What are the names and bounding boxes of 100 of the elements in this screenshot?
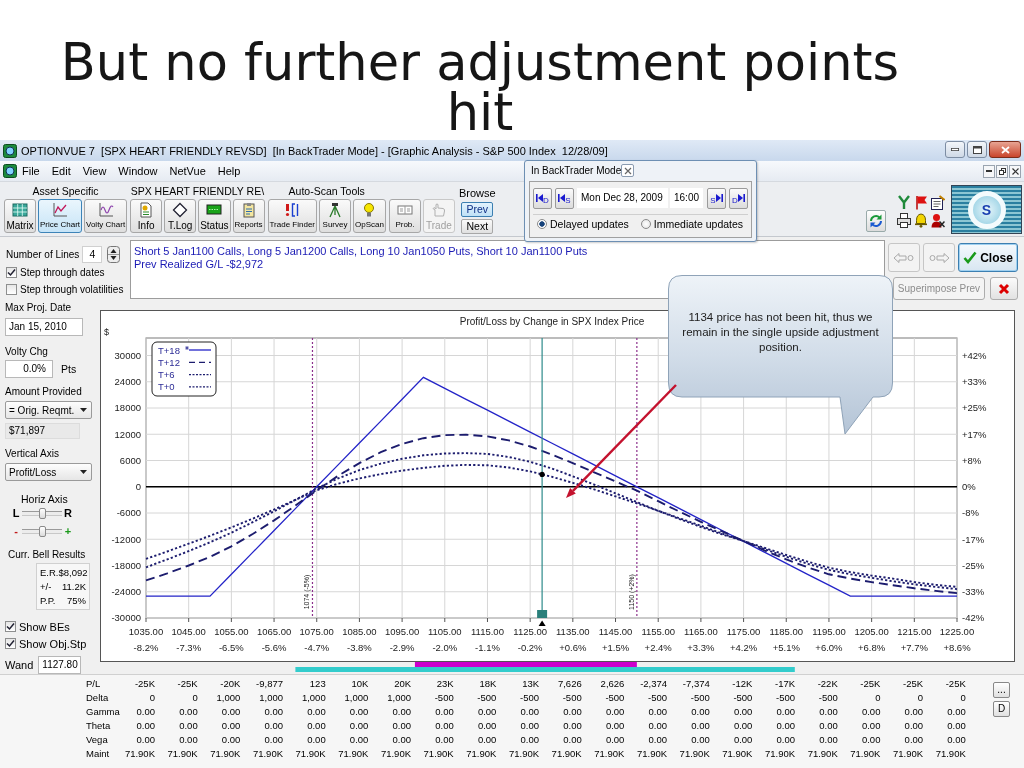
y-tick-label: 18000: [114, 402, 141, 414]
table-cell: -500: [818, 691, 838, 705]
row-label: Gamma: [86, 705, 120, 719]
table-cell: 71.90K: [295, 747, 326, 761]
table-cell: -500: [648, 691, 668, 705]
table-cell: 0.00: [947, 719, 966, 733]
y-percent-label: -33%: [962, 586, 985, 598]
x-percent-label: -2.9%: [389, 642, 415, 653]
result-value: $8,092: [58, 566, 88, 580]
table-cell: 0.00: [819, 705, 838, 719]
table-cell: 0.00: [904, 705, 924, 719]
x-percent-label: +0.6%: [559, 642, 587, 653]
table-cell: -500: [776, 691, 796, 705]
result-value: 75%: [67, 594, 86, 608]
table-cell: 0.00: [136, 733, 155, 747]
table-cell: 0: [917, 691, 924, 705]
table-cell: 0.00: [136, 705, 155, 719]
y-percent-label: +33%: [962, 376, 987, 388]
table-cell: -500: [434, 691, 454, 705]
table-cell: -500: [690, 691, 710, 705]
table-cell: 0.00: [861, 719, 881, 733]
group-label: Browse: [458, 186, 496, 200]
table-cell: 71.90K: [892, 747, 924, 761]
table-cell: 0.00: [392, 733, 412, 747]
table-cell: 0.00: [947, 705, 966, 719]
table-cell: 0.00: [563, 705, 582, 719]
table-cell: 71.90K: [551, 747, 582, 761]
legend-label: T+12: [158, 356, 180, 368]
checkbox-label: Show Obj.Stp: [19, 637, 87, 650]
x-tick-label: 1175.00: [726, 626, 761, 637]
table-cell: 0.00: [605, 705, 625, 719]
result-name: E.R.: [40, 566, 59, 580]
row-label: Delta: [86, 691, 109, 705]
y-tick-label: -6000: [116, 507, 141, 519]
table-cell: 1,000: [216, 691, 241, 705]
table-cell: 2,626: [600, 677, 625, 691]
x-tick-label: 1085.00: [342, 626, 377, 637]
slider-max-label: R: [64, 507, 72, 519]
table-cell: 71.90K: [508, 747, 540, 761]
y-percent-label: -42%: [962, 612, 985, 624]
y-tick-label: 0: [135, 481, 141, 493]
table-cell: -22K: [817, 677, 838, 691]
table-cell: 18K: [479, 677, 497, 691]
group-label: SPX HEART FRIENDLY RE\: [130, 184, 265, 198]
row-label: Maint: [86, 747, 110, 761]
x-percent-label: -1.1%: [475, 642, 500, 653]
row-label: Theta: [86, 719, 111, 733]
table-cell: -25K: [903, 677, 924, 691]
table-cell: 0.00: [221, 733, 241, 747]
y-percent-label: -8%: [962, 507, 979, 519]
logo-badge: S: [967, 190, 1006, 229]
result-name: P.P.: [40, 594, 56, 608]
x-tick-label: 1045.00: [171, 626, 206, 637]
table-cell: 71.90K: [466, 747, 497, 761]
y-tick-label: 6000: [119, 454, 141, 466]
x-tick-label: 1165.00: [684, 626, 718, 637]
y-tick-label: 30000: [114, 349, 141, 361]
table-cell: 71.90K: [636, 747, 668, 761]
x-percent-label: +6.0%: [815, 642, 843, 653]
table-cell: 0.00: [904, 719, 924, 733]
y-percent-label: 0%: [962, 481, 976, 493]
table-cell: -500: [562, 691, 582, 705]
group-label: Auto-Scan Tools: [288, 184, 365, 198]
table-cell: 0.00: [179, 733, 198, 747]
y-percent-label: +42%: [962, 349, 987, 361]
y-tick-label: 24000: [114, 376, 141, 388]
x-percent-label: +1.5%: [601, 642, 630, 653]
position-text: Prev Realized G/L -$2,972: [134, 258, 264, 271]
checkbox-label: Step through dates: [20, 267, 105, 278]
x-tick-label: 1075.00: [299, 626, 334, 637]
table-cell: 71.90K: [850, 747, 881, 761]
table-cell: -9,877: [256, 677, 283, 691]
x-percent-label: -2.0%: [432, 642, 458, 653]
table-cell: 0.00: [520, 719, 540, 733]
x-tick-label: 1135.00: [556, 626, 590, 637]
table-cell: 0.00: [605, 733, 625, 747]
table-cell: 0.00: [563, 719, 582, 733]
y-percent-label: +25%: [962, 402, 987, 414]
slider-min-label: -: [13, 525, 19, 537]
table-cell: 0.00: [349, 705, 369, 719]
table-cell: 0.00: [648, 719, 668, 733]
table-cell: 0.00: [307, 705, 326, 719]
table-cell: 0.00: [563, 733, 582, 747]
table-cell: 0.00: [221, 705, 241, 719]
x-percent-label: +2.4%: [644, 642, 672, 653]
table-cell: 1,000: [301, 691, 326, 705]
table-cell: 0.00: [733, 719, 753, 733]
unit-label: Pts: [61, 363, 77, 375]
table-cell: 0.00: [136, 719, 155, 733]
table-cell: 0.00: [819, 733, 838, 747]
x-percent-label: -0.2%: [517, 642, 543, 653]
x-tick-label: 1105.00: [427, 626, 462, 637]
table-cell: 0: [149, 691, 155, 705]
table-cell: 71.90K: [380, 747, 412, 761]
table-cell: 7,626: [557, 677, 582, 691]
result-value: 11.2K: [61, 580, 86, 594]
table-cell: -7,374: [682, 677, 710, 691]
x-percent-label: -7.3%: [176, 642, 202, 653]
field-label: Volty Chg: [5, 345, 48, 359]
y-tick-label: -12000: [111, 533, 141, 545]
